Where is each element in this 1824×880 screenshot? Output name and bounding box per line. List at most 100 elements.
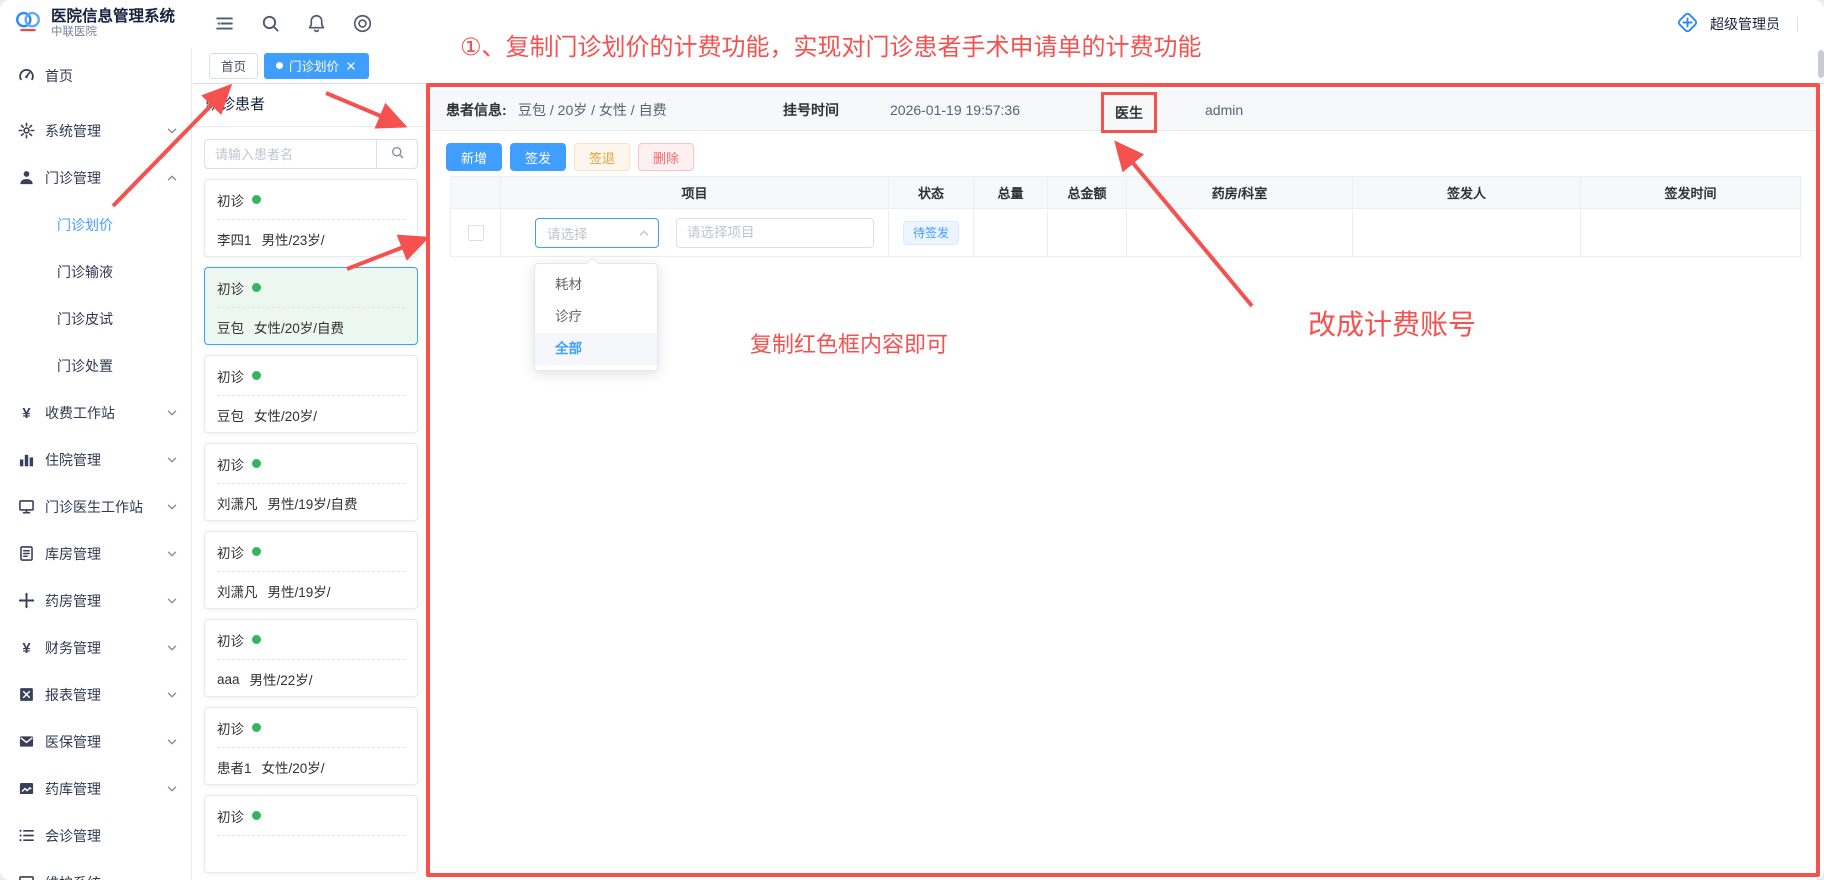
sidebar: 首页系统管理门诊管理门诊划价门诊输液门诊皮试门诊处置¥收费工作站住院管理门诊医生… — [0, 48, 192, 880]
search-icon[interactable] — [260, 13, 282, 35]
patient-card[interactable]: 初诊豆包女性/20岁/自费 — [204, 267, 418, 345]
tab-bar: 首页 门诊划价 — [193, 48, 1824, 84]
sidebar-item-drug-storage-mgmt[interactable]: 药库管理 — [0, 765, 191, 812]
select-dropdown-popup: 耗材诊疗全部 — [534, 263, 658, 371]
sidebar-item-label: 首页 — [45, 66, 178, 86]
sidebar-item-maintenance-system[interactable]: 维护系统 — [0, 859, 191, 880]
table-cell — [1127, 209, 1353, 257]
sidebar-item-pharmacy-mgmt[interactable]: 药房管理 — [0, 577, 191, 624]
dropdown-option[interactable]: 全部 — [535, 333, 657, 365]
column-header: 总金额 — [1048, 177, 1127, 209]
hospital-app: 医院信息管理系统 中联医院 超级管理员 首页系统管理门诊管理门诊划价门诊输液门诊… — [0, 0, 1824, 880]
sidebar-item-inpatient-mgmt[interactable]: 住院管理 — [0, 436, 191, 483]
sidebar-item-warehouse-mgmt[interactable]: 库房管理 — [0, 530, 191, 577]
sidebar-item-consultation-mgmt[interactable]: 会诊管理 — [0, 812, 191, 859]
patient-status-row: 初诊 — [217, 796, 405, 836]
patient-status: 初诊 — [217, 806, 244, 826]
patient-name-row: 刘潇凡男性/19岁/自费 — [217, 484, 405, 522]
patient-card[interactable]: 初诊刘潇凡男性/19岁/自费 — [204, 443, 418, 521]
dashboard-icon — [18, 67, 35, 84]
status-dot-icon — [252, 635, 261, 644]
sidebar-item-label: 系统管理 — [45, 121, 166, 141]
issue-button[interactable]: 签发 — [510, 143, 566, 171]
sidebar-item-medical-insurance-mgmt[interactable]: 医保管理 — [0, 718, 191, 765]
patient-status-row: 初诊 — [217, 444, 405, 484]
patient-card[interactable]: 初诊aaa男性/22岁/ — [204, 619, 418, 697]
patient-card[interactable]: 初诊李四1男性/23岁/ — [204, 179, 418, 257]
column-header: 项目 — [501, 177, 889, 209]
bell-icon[interactable] — [306, 13, 328, 35]
patient-name-row: 豆包女性/20岁/ — [217, 396, 405, 434]
scrollbar-thumb[interactable] — [1818, 50, 1824, 78]
yen-icon: ¥ — [18, 404, 35, 421]
chevron-down-icon — [166, 501, 178, 513]
column-header: 签发时间 — [1581, 177, 1801, 209]
menu-icon[interactable] — [214, 13, 236, 35]
patient-name: 豆包 — [217, 405, 244, 425]
sidebar-item-outpatient-pricing[interactable]: 门诊划价 — [0, 201, 191, 248]
status-dot-icon — [252, 195, 261, 204]
dropdown-option[interactable]: 耗材 — [535, 269, 657, 301]
patient-status-row: 初诊 — [217, 620, 405, 660]
user-name: 超级管理员 — [1710, 14, 1780, 34]
close-icon[interactable] — [345, 60, 357, 72]
chevron-down-icon — [166, 454, 178, 466]
status-dot-icon — [252, 283, 261, 292]
service-icon[interactable] — [352, 13, 374, 35]
status-dot-icon — [252, 371, 261, 380]
sidebar-item-report-mgmt[interactable]: 报表管理 — [0, 671, 191, 718]
status-dot-icon — [252, 723, 261, 732]
chevron-down-icon — [166, 548, 178, 560]
tab-label: 门诊划价 — [289, 56, 339, 75]
dropdown-option[interactable]: 诊疗 — [535, 301, 657, 333]
patient-search-input[interactable] — [204, 139, 376, 169]
sidebar-item-home[interactable]: 首页 — [0, 52, 191, 99]
patient-card[interactable]: 初诊豆包女性/20岁/ — [204, 355, 418, 433]
patient-search-button[interactable] — [376, 139, 418, 169]
sidebar-item-system-mgmt[interactable]: 系统管理 — [0, 107, 191, 154]
chevron-down-icon — [166, 407, 178, 419]
sign-out-button[interactable]: 签退 — [574, 143, 630, 171]
sidebar-item-outpatient-skin-test[interactable]: 门诊皮试 — [0, 295, 191, 342]
move-icon — [18, 592, 35, 609]
sidebar-item-label: 药库管理 — [45, 779, 166, 799]
add-button[interactable]: 新增 — [446, 143, 502, 171]
table-cell — [451, 209, 501, 257]
column-header: 总量 — [974, 177, 1048, 209]
diamond-plus-icon — [1674, 9, 1701, 39]
sidebar-item-label: 会诊管理 — [45, 826, 178, 846]
patient-status-row: 初诊 — [217, 356, 405, 396]
table-cell: 请选择 — [501, 209, 889, 257]
tab-home[interactable]: 首页 — [209, 53, 258, 79]
patient-card[interactable]: 初诊患者1女性/20岁/ — [204, 707, 418, 785]
patient-panel-title: 就诊患者 — [193, 84, 428, 127]
category-select-placeholder: 请选择 — [547, 223, 638, 243]
patient-card[interactable]: 初诊刘潇凡男性/19岁/ — [204, 531, 418, 609]
item-input[interactable] — [676, 218, 874, 248]
sidebar-item-outpatient-mgmt[interactable]: 门诊管理 — [0, 154, 191, 201]
patient-meta: 女性/20岁/ — [254, 405, 317, 425]
patient-card[interactable]: 初诊 — [204, 795, 418, 873]
patient-name: 豆包 — [217, 317, 244, 337]
sidebar-item-charging-workstation[interactable]: ¥收费工作站 — [0, 389, 191, 436]
sidebar-item-outpatient-infusion[interactable]: 门诊输液 — [0, 248, 191, 295]
user-area[interactable]: 超级管理员 — [1674, 9, 1824, 39]
svg-text:¥: ¥ — [22, 641, 31, 656]
bar-chart-icon — [18, 451, 35, 468]
delete-button[interactable]: 删除 — [638, 143, 694, 171]
row-checkbox[interactable] — [468, 225, 484, 241]
sidebar-item-outpatient-doctor-workstation[interactable]: 门诊医生工作站 — [0, 483, 191, 530]
report-icon — [18, 686, 35, 703]
register-time-value: 2026-01-19 19:57:36 — [890, 90, 1020, 130]
status-dot-icon — [252, 459, 261, 468]
chevron-down-icon — [166, 689, 178, 701]
patient-status: 初诊 — [217, 718, 244, 738]
active-tab-dot — [276, 62, 283, 69]
sidebar-item-outpatient-disposal[interactable]: 门诊处置 — [0, 342, 191, 389]
sidebar-item-finance-mgmt[interactable]: ¥财务管理 — [0, 624, 191, 671]
patient-name-row: 豆包女性/20岁/自费 — [217, 308, 405, 346]
tab-outpatient-pricing[interactable]: 门诊划价 — [264, 53, 369, 79]
patient-list: 初诊李四1男性/23岁/初诊豆包女性/20岁/自费初诊豆包女性/20岁/初诊刘潇… — [193, 179, 428, 873]
category-select[interactable]: 请选择 — [535, 218, 659, 248]
chevron-up-icon — [166, 172, 178, 184]
